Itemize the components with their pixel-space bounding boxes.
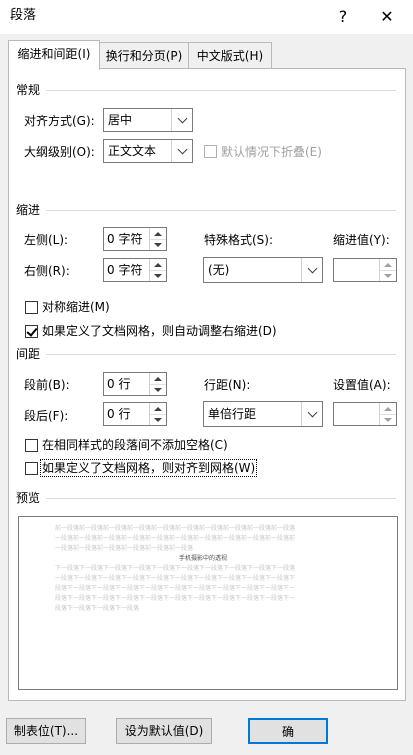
preview-previous-line: 一段落前一段落前一段落前一段落前一段落前一段落 (55, 545, 194, 552)
help-button[interactable]: ? (330, 4, 356, 30)
right-indent-value: 0 字符 (107, 263, 143, 277)
snap-to-grid-label: 如果定义了文档网格，则对齐到网格(W) (40, 459, 258, 477)
special-indent-value: (无) (208, 263, 230, 277)
preview-next-line: 下一段落下一段落下一段落下一段落下一段落下一段落下一段落下一段落下一段落下一段落 (55, 565, 296, 572)
close-icon: ✕ (380, 7, 394, 26)
preview-next-line: 一段落下一段落下一段落下一段落下一段落下一段落下一段落下一段落下一段落下一段落下 (55, 575, 296, 582)
no-space-same-style-label: 在相同样式的段落间不添加空格(C) (42, 438, 228, 452)
indent-by-label: 缩进值(Y): (333, 233, 390, 247)
line-spacing-at-spinner[interactable] (333, 402, 397, 426)
mirror-indents-label: 对称缩进(M) (42, 300, 110, 314)
tab-label: 中文版式(H) (196, 49, 264, 63)
general-heading: 常规 (16, 83, 41, 97)
left-indent-spinner[interactable]: 0 字符 (103, 227, 167, 251)
spinner-arrows (379, 259, 396, 281)
outline-level-label: 大纲级别(O): (24, 145, 95, 159)
preview-previous-line: 前一段落前一段落前一段落前一段落前一段落前一段落前一段落前一段落前一段落前一段落 (55, 525, 296, 532)
close-button[interactable]: ✕ (374, 4, 400, 30)
tabs-button-label: 制表位(T)... (13, 724, 79, 738)
tab-asian-typography[interactable]: 中文版式(H) (188, 42, 272, 69)
dialog-title: 段落 (10, 8, 37, 23)
spinner-arrows (149, 228, 166, 250)
line-spacing-select[interactable]: 单倍行距 (203, 401, 323, 427)
spacing-before-spinner[interactable]: 0 行 (103, 372, 167, 396)
ok-label: 确 (281, 725, 294, 739)
preview-previous-line: 一段落前一段落前一段落前一段落前一段落前一段落前一段落前一段落前一段落前一段落前 (55, 535, 296, 542)
tabs-button[interactable]: 制表位(T)... (6, 718, 86, 744)
spin-down-icon[interactable] (380, 414, 396, 425)
preview-divider (46, 498, 396, 499)
auto-adjust-right-indent-label: 如果定义了文档网格，则自动调整右缩进(D) (42, 324, 277, 338)
preview-heading: 预览 (16, 491, 41, 505)
special-indent-label: 特殊格式(S): (204, 233, 274, 247)
special-indent-select[interactable]: (无) (203, 257, 323, 283)
set-as-default-label: 设为默认值(D) (124, 724, 204, 738)
indentation-divider (46, 210, 396, 211)
line-spacing-at-label: 设置值(A): (333, 378, 391, 392)
spin-down-icon[interactable] (380, 270, 396, 281)
spin-down-icon[interactable] (150, 414, 166, 425)
general-divider (46, 90, 396, 91)
snap-to-grid-checkbox[interactable] (25, 462, 38, 475)
outline-level-select[interactable]: 正文文本 (103, 139, 193, 163)
tab-label: 换行和分页(P) (105, 49, 183, 63)
tab-indents-spacing[interactable]: 缩进和间距(I) (8, 40, 100, 70)
line-spacing-value: 单倍行距 (208, 407, 257, 421)
preview-current-paragraph: 手机摄影中的透视 (179, 555, 228, 562)
spacing-heading: 间距 (16, 347, 41, 361)
left-indent-value: 0 字符 (107, 232, 143, 246)
spinner-arrows (149, 373, 166, 395)
paragraph-preview: 前一段落前一段落前一段落前一段落前一段落前一段落前一段落前一段落前一段落前一段落… (18, 516, 398, 690)
right-indent-label: 右侧(R): (24, 264, 70, 278)
spin-down-icon[interactable] (150, 239, 166, 250)
spacing-after-label: 段后(F): (24, 409, 69, 423)
tab-line-page-breaks[interactable]: 换行和分页(P) (98, 42, 190, 69)
alignment-value: 居中 (108, 113, 133, 127)
chevron-down-icon (171, 140, 192, 162)
preview-next-line: 段落下一段落下一段落下一段落下一段落下一段落下一段落下一段落下一段落下一段落下一 (55, 585, 296, 592)
mirror-indents-checkbox[interactable] (25, 301, 38, 314)
set-as-default-button[interactable]: 设为默认值(D) (116, 718, 212, 744)
checkmark-icon (26, 325, 38, 337)
spin-down-icon[interactable] (150, 270, 166, 281)
spin-down-icon[interactable] (150, 384, 166, 395)
line-spacing-label: 行距(N): (204, 378, 251, 392)
chevron-down-icon (171, 109, 192, 131)
spacing-divider (46, 354, 396, 355)
tab-label: 缩进和间距(I) (17, 47, 91, 61)
no-space-same-style-checkbox[interactable] (25, 439, 38, 452)
indent-by-spinner[interactable] (333, 258, 397, 282)
spacing-after-spinner[interactable]: 0 行 (103, 402, 167, 426)
auto-adjust-right-indent-checkbox[interactable] (25, 325, 38, 338)
chevron-down-icon (301, 258, 322, 282)
preview-next-line: 段落下一段落下一段落下一段落 (55, 605, 140, 612)
spinner-arrows (379, 403, 396, 425)
spinner-arrows (149, 403, 166, 425)
alignment-label: 对齐方式(G): (24, 114, 95, 128)
spacing-before-label: 段前(B): (24, 378, 70, 392)
ok-button[interactable]: 确 (248, 718, 328, 744)
spinner-arrows (149, 259, 166, 281)
indentation-heading: 缩进 (16, 203, 41, 217)
spacing-after-value: 0 行 (107, 407, 131, 421)
right-indent-spinner[interactable]: 0 字符 (103, 258, 167, 282)
preview-next-line: 段落下一段落下一段落下一段落下一段落下一段落下一段落下一段落下一段落下一段落下一 (55, 595, 296, 602)
left-indent-label: 左侧(L): (24, 233, 69, 247)
collapse-by-default-checkbox[interactable] (204, 145, 217, 158)
outline-level-value: 正文文本 (108, 144, 157, 158)
collapse-by-default-label: 默认情况下折叠(E) (221, 145, 322, 159)
alignment-select[interactable]: 居中 (103, 108, 193, 132)
spacing-before-value: 0 行 (107, 377, 131, 391)
chevron-down-icon (301, 402, 322, 426)
